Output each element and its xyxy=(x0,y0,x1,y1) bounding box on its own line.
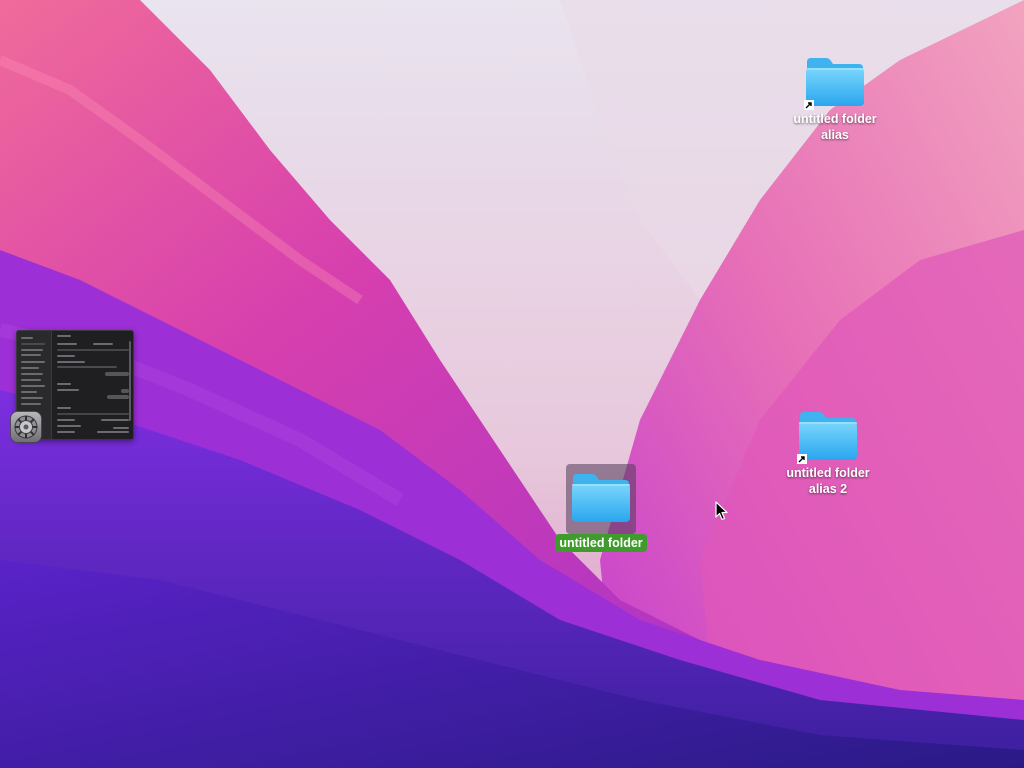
thumbnail-line xyxy=(21,379,41,381)
thumbnail-line xyxy=(57,355,75,357)
thumbnail-line xyxy=(101,419,129,421)
thumbnail-line xyxy=(57,361,85,363)
thumbnail-line xyxy=(57,383,71,385)
thumbnail-line xyxy=(57,389,79,391)
mouse-cursor-icon xyxy=(715,501,728,521)
thumbnail-line xyxy=(21,391,37,393)
thumbnail-line xyxy=(57,343,77,345)
icon-label: untitled folder alias 2 xyxy=(786,466,870,496)
thumbnail-line xyxy=(21,343,45,345)
thumbnail-button xyxy=(121,389,129,393)
thumbnail-line xyxy=(21,367,39,369)
thumbnail-line xyxy=(57,349,129,351)
thumbnail-button xyxy=(105,372,129,376)
thumbnail-line xyxy=(57,419,75,421)
thumbnail-line xyxy=(57,366,117,368)
thumbnail-line xyxy=(21,354,41,356)
thumbnail-line xyxy=(97,431,129,433)
thumbnail-line xyxy=(21,385,45,387)
thumbnail-button xyxy=(107,395,129,399)
icon-label: untitled folder alias xyxy=(793,112,877,142)
folder-icon xyxy=(572,474,630,522)
thumbnail-line xyxy=(57,407,71,409)
system-preferences-gear-icon[interactable] xyxy=(10,411,42,443)
thumbnail-line xyxy=(21,397,43,399)
thumbnail-line xyxy=(57,425,81,427)
desktop-icon-untitled-folder-alias[interactable]: untitled folder alias xyxy=(780,54,890,144)
thumbnail-line xyxy=(21,337,33,339)
desktop-icon-untitled-folder[interactable]: untitled folder xyxy=(546,470,656,552)
thumbnail-line xyxy=(21,373,43,375)
thumbnail-line xyxy=(113,427,129,429)
thumbnail-line xyxy=(21,361,45,363)
thumbnail-line xyxy=(93,343,113,345)
thumbnail-line xyxy=(21,349,43,351)
thumbnail-line xyxy=(21,403,41,405)
alias-arrow-icon xyxy=(797,454,807,464)
desktop[interactable]: untitled folder alias untitled folder al… xyxy=(0,0,1024,768)
thumbnail-line xyxy=(57,335,71,337)
desktop-icon-untitled-folder-alias-2[interactable]: untitled folder alias 2 xyxy=(773,408,883,498)
icon-label-selected: untitled folder xyxy=(555,534,647,552)
alias-arrow-icon xyxy=(804,100,814,110)
thumbnail-line xyxy=(57,431,75,433)
thumbnail-line xyxy=(57,413,129,415)
thumbnail-scrollbar xyxy=(129,341,131,421)
